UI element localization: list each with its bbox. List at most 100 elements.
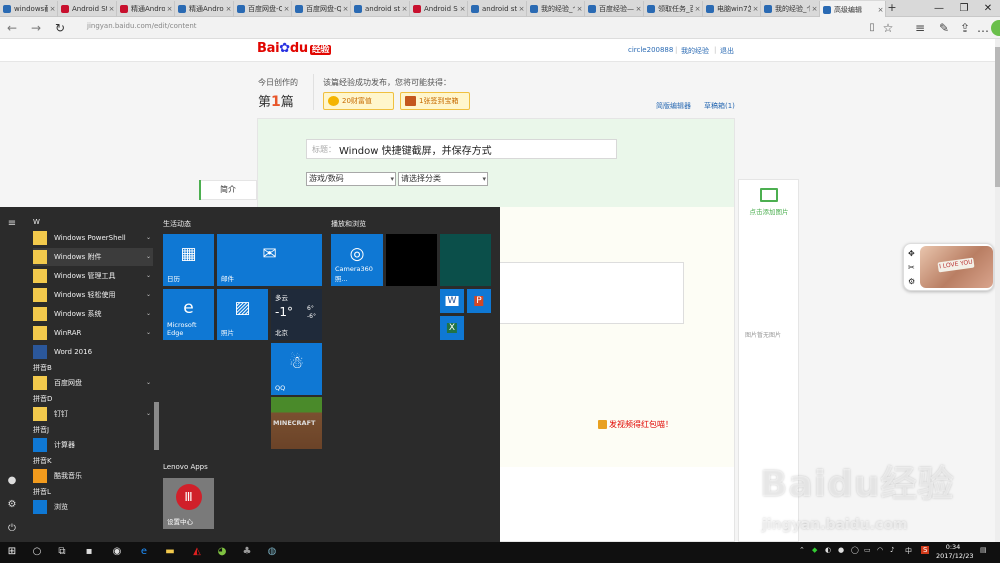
app-group-header[interactable]: W (33, 218, 40, 226)
app-list-item[interactable]: Word 2016 (33, 343, 153, 361)
word-tile[interactable]: W (440, 289, 464, 313)
chevron-down-icon[interactable]: ⌄ (146, 272, 151, 279)
chevron-down-icon[interactable]: ⌄ (146, 234, 151, 241)
app-list-item[interactable]: 计算器 (33, 436, 153, 454)
acrobat-icon[interactable]: ◭ (190, 545, 204, 559)
minecraft-tile[interactable]: MINECRAFT (271, 397, 322, 449)
qq-tile[interactable]: ☃ QQ (271, 343, 322, 395)
ime-indicator[interactable]: S (921, 546, 930, 554)
app-icon[interactable]: ◍ (265, 545, 279, 559)
clock[interactable]: 0:34 2017/12/23 (936, 543, 973, 561)
app-list-item[interactable]: 钉钉 ⌄ (33, 405, 153, 423)
chevron-down-icon[interactable]: ⌄ (146, 329, 151, 336)
weather-tile[interactable]: 多云 -1° 6° -6° 北京 (271, 289, 322, 340)
volume-icon[interactable]: ♪ (890, 546, 894, 554)
chevron-down-icon[interactable]: ⌄ (146, 253, 151, 260)
browser-tab[interactable]: 精通Androic× (175, 1, 234, 17)
close-tab-icon[interactable]: × (458, 5, 467, 13)
app-list-item[interactable]: WinRAR ⌄ (33, 324, 153, 342)
search-icon[interactable]: ○ (30, 545, 44, 559)
tab-intro[interactable]: 简介 (199, 180, 257, 200)
app-list-item[interactable]: Windows PowerShell ⌄ (33, 229, 153, 247)
language-indicator[interactable]: 中 (905, 546, 912, 556)
close-tab-icon[interactable]: × (400, 5, 409, 13)
app-list-item[interactable]: Windows 轻松使用 ⌄ (33, 286, 153, 304)
calendar-tile[interactable]: ▦ 日历 (163, 234, 214, 286)
live-tile-teal[interactable] (440, 234, 491, 286)
close-tab-icon[interactable]: × (693, 5, 702, 13)
browser-tab[interactable]: Android Stu× (58, 1, 117, 17)
chevron-down-icon[interactable]: ⌄ (146, 379, 151, 386)
close-tab-icon[interactable]: × (517, 5, 526, 13)
app-list-item[interactable]: 百度网盘 ⌄ (33, 374, 153, 392)
browser-tab[interactable]: 电脑win7怎么× (703, 1, 761, 17)
hub-icon[interactable]: ≡ (912, 20, 928, 36)
camera360-tile[interactable]: ◎ Camera360 照... (331, 234, 383, 286)
shortcut-icon[interactable]: ✂ (908, 263, 916, 272)
chevron-down-icon[interactable]: ⌄ (146, 291, 151, 298)
close-tab-icon[interactable]: × (341, 5, 350, 13)
app-group-header[interactable]: 拼音L (33, 487, 51, 497)
settings-icon[interactable]: ⚙ (908, 277, 916, 286)
settings-icon[interactable]: ⚙ (6, 499, 18, 511)
app-group-header[interactable]: 拼音J (33, 425, 49, 435)
tray-app-icon[interactable]: ◯ (851, 546, 859, 554)
restore-button[interactable]: ❐ (953, 0, 975, 17)
logout-link[interactable]: 退出 (720, 46, 734, 56)
my-experience-link[interactable]: 我的经验 (681, 46, 709, 56)
extension-icon[interactable] (991, 20, 1000, 36)
browser-tab[interactable]: android stuc× (468, 1, 527, 17)
category-select-1[interactable]: 游戏/数码 ▾ (306, 172, 396, 186)
browser-tab[interactable]: 我的经验_个× (761, 1, 820, 17)
new-tab-button[interactable]: + (886, 1, 898, 16)
app-list-item[interactable]: Windows 管理工具 ⌄ (33, 267, 153, 285)
category-select-2[interactable]: 请选择分类 ▾ (398, 172, 488, 186)
mail-tile[interactable]: ✉ 邮件 (217, 234, 322, 286)
app-icon[interactable]: ▪ (82, 545, 96, 559)
close-tab-icon[interactable]: × (107, 5, 116, 13)
file-explorer-icon[interactable]: ▬ (163, 545, 177, 559)
username-link[interactable]: circle200888 (628, 46, 673, 54)
close-tab-icon[interactable]: × (224, 5, 233, 13)
close-window-button[interactable]: ✕ (977, 0, 999, 17)
simple-editor-link[interactable]: 简版编辑器 (656, 101, 691, 111)
favorite-star-icon[interactable]: ☆ (880, 20, 896, 36)
android-studio-icon[interactable]: ◕ (215, 545, 229, 559)
close-tab-icon[interactable]: × (634, 5, 643, 13)
close-tab-icon[interactable]: × (165, 5, 174, 13)
app-list-scrollbar[interactable] (154, 207, 159, 542)
app-list-item[interactable]: Windows 附件 ⌄ (33, 248, 153, 266)
powerpoint-tile[interactable]: P (467, 289, 491, 313)
user-icon[interactable]: ● (6, 475, 18, 487)
tray-expand-icon[interactable]: ⌃ (799, 546, 805, 554)
browser-tab[interactable]: 领取任务_百 × (644, 1, 703, 17)
security-icon[interactable]: ◆ (812, 546, 817, 554)
browser-tab[interactable]: 精通Android× (117, 1, 175, 17)
move-icon[interactable]: ✥ (908, 249, 916, 258)
back-icon[interactable]: ← (4, 20, 20, 36)
task-view-icon[interactable]: ⧉ (55, 545, 69, 559)
notes-icon[interactable]: ✎ (936, 20, 952, 36)
app-list-item[interactable]: Windows 系统 ⌄ (33, 305, 153, 323)
app-group-header[interactable]: 拼音K (33, 456, 52, 466)
refresh-icon[interactable]: ↻ (52, 20, 68, 36)
browser-tab[interactable]: 高级编辑 × (820, 1, 886, 18)
wifi-icon[interactable]: ◠ (877, 546, 883, 554)
edge-tile[interactable]: e Microsoft Edge (163, 289, 214, 340)
browser-tab[interactable]: android stuc× (351, 1, 410, 17)
browser-tab[interactable]: windows截屏× (0, 1, 58, 17)
tray-app-icon[interactable]: ● (838, 546, 844, 554)
notifications-icon[interactable]: ▤ (980, 546, 987, 554)
chevron-down-icon[interactable]: ⌄ (146, 410, 151, 417)
drafts-link[interactable]: 草稿箱(1) (704, 101, 735, 111)
close-tab-icon[interactable]: × (751, 5, 760, 13)
android-icon[interactable]: ♣ (240, 545, 254, 559)
title-input[interactable]: 标题： Window 快捷键截屏，并保存方式 (306, 139, 617, 159)
live-tile-black[interactable] (386, 234, 437, 286)
lenovo-settings-tile[interactable]: Ⅲ 设置中心 (163, 478, 214, 529)
app-group-header[interactable]: 拼音D (33, 394, 52, 404)
app-group-header[interactable]: 拼音B (33, 363, 52, 373)
url-field[interactable]: jingyan.baidu.com/edit/content (87, 22, 197, 30)
baidu-jingyan-logo[interactable]: Bai✿du 经验 (257, 41, 332, 56)
app-list-item[interactable]: 浏览 (33, 498, 153, 516)
